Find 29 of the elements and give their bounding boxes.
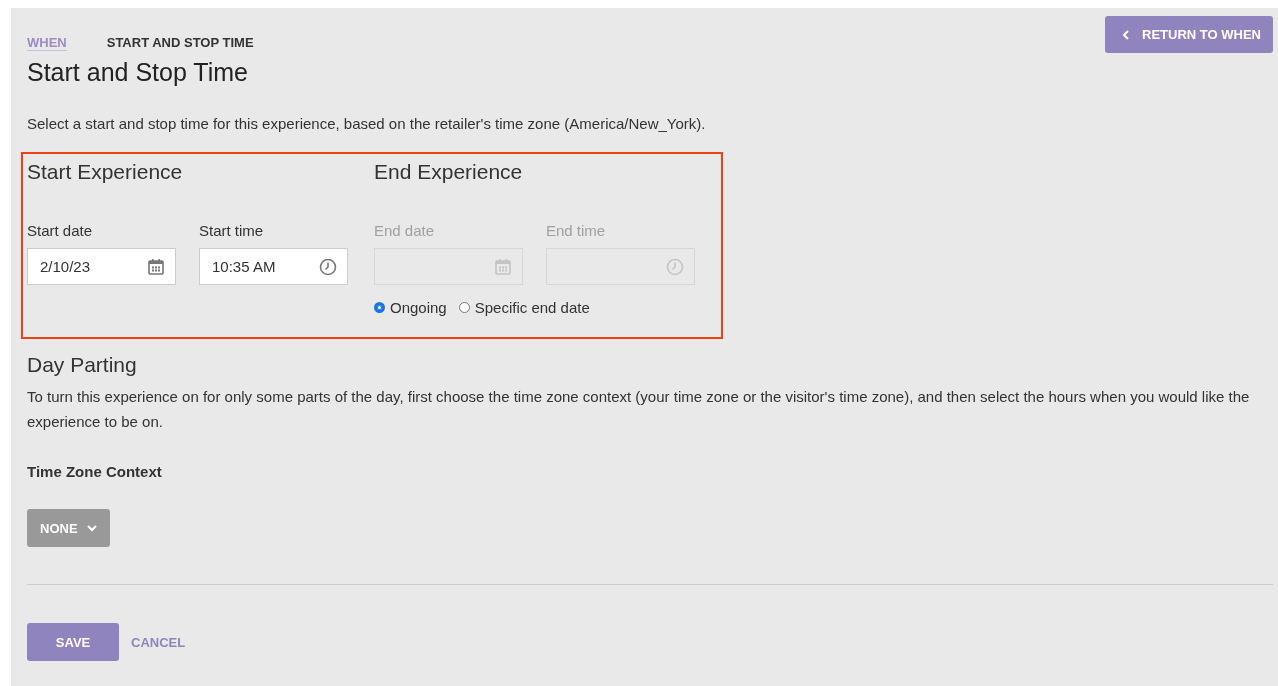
- description-text: To turn this experience on for only some parts of the day, first choose the time zone context (your time zone or the visitor's time zone), and then select the hours when you would like the experience to be on.: [27, 387, 1251, 432]
- section-heading: End Experience: [374, 160, 524, 185]
- description-text: Select a start and stop time for this experience, based on the retailer's time zone (America/New_York).: [27, 115, 707, 132]
- field-label: End date: [374, 222, 436, 239]
- page-title: Start and Stop Time: [27, 58, 249, 87]
- save-button[interactable]: SAVE: [27, 623, 119, 661]
- radio-label[interactable]: Specific end date: [474, 299, 590, 316]
- radio-button[interactable]: [458, 302, 470, 313]
- chevron-left-icon: [1122, 29, 1131, 40]
- calendar-icon: [494, 257, 512, 276]
- cancel-link[interactable]: CANCEL: [131, 634, 186, 650]
- clock-icon: [319, 257, 337, 276]
- timezone-dropdown[interactable]: NONE: [27, 509, 110, 547]
- section-heading: Start Experience: [27, 160, 184, 185]
- field-label: Time Zone Context: [27, 463, 163, 480]
- clock-icon: [666, 257, 684, 276]
- chevron-down-icon: [86, 524, 97, 532]
- field-label: End time: [546, 222, 607, 239]
- field-label: Start date: [27, 222, 94, 239]
- date-field[interactable]: 2/10/23: [27, 248, 176, 285]
- breadcrumb-current: START AND STOP TIME: [106, 35, 254, 51]
- calendar-icon: [147, 257, 165, 276]
- field-label: Start time: [199, 222, 265, 239]
- breadcrumb-link[interactable]: WHEN: [27, 35, 67, 51]
- return-button[interactable]: RETURN TO WHEN: [1105, 16, 1273, 53]
- radio-label[interactable]: Ongoing: [390, 299, 447, 316]
- time-field[interactable]: 10:35 AM: [199, 248, 348, 285]
- section-heading: Day Parting: [27, 353, 138, 377]
- radio-button[interactable]: [374, 302, 385, 313]
